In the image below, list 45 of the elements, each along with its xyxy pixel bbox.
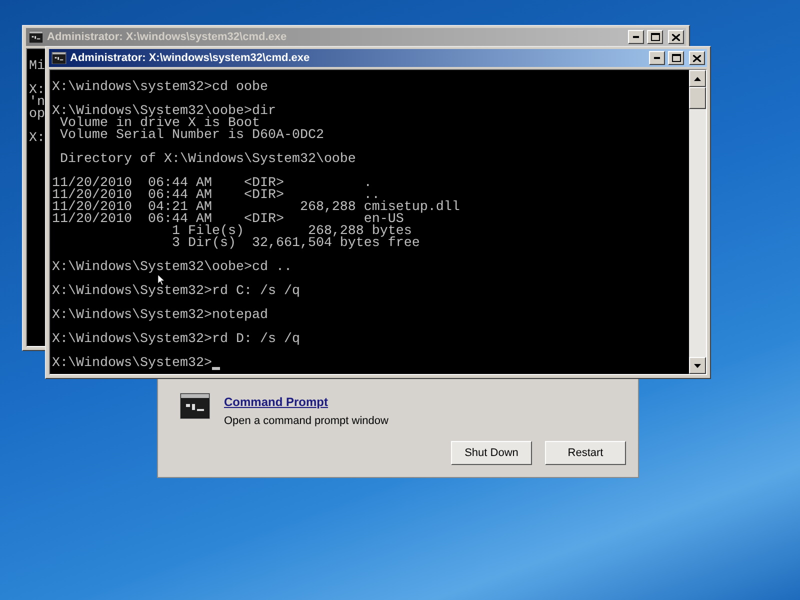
console-line: X:\Windows\System32\oobe>dir [52,106,276,118]
window-title: Administrator: X:\windows\system32\cmd.exe [47,31,288,43]
dialog-button[interactable]: Restart [545,441,626,465]
scroll-up-button[interactable] [689,70,706,87]
console-icon [180,393,210,419]
up-arrow-icon [694,76,701,80]
console-line: X:\Windows\System32>notepad [52,310,268,322]
down-arrow-icon [694,364,701,368]
console-line: X:\Windows\System32> [52,358,212,370]
close-button[interactable] [668,30,684,44]
minimize-button[interactable] [649,51,665,65]
mouse-pointer-icon [157,274,166,286]
console-icon [28,31,44,43]
minimize-icon [654,57,660,59]
command-prompt-link[interactable]: Command Prompt [224,395,388,409]
dialog-button[interactable]: Shut Down [451,441,532,465]
console-line: 1 File(s) 268,288 bytes [170,226,412,238]
maximize-icon [650,33,660,41]
tool-description: Open a command prompt window [224,415,388,427]
console-line: X: [29,133,45,145]
console-line: X:\windows\system32>cd oobe [52,82,268,94]
console-line: X:\Windows\System32\oobe>cd .. [52,262,292,274]
maximize-button[interactable] [668,51,684,65]
scroll-thumb[interactable] [689,87,706,109]
minimize-icon [633,36,639,38]
console-line: X:\Windows\System32>rd C: /s /q [52,286,300,298]
window-title: Administrator: X:\windows\system32\cmd.exe [70,52,311,64]
console-line: Mi [29,61,45,73]
maximize-icon [672,54,680,62]
console-line: 'n [29,97,45,109]
console-icon [51,52,67,64]
console-line: Volume Serial Number is D60A-0DC2 [58,130,324,142]
close-icon [693,54,701,62]
title-bar[interactable]: Administrator: X:\windows\system32\cmd.exe [49,49,707,67]
minimize-button[interactable] [628,30,644,44]
console-line: 3 Dir(s) 32,661,504 bytes free [170,238,420,250]
close-icon [672,34,680,40]
maximize-button[interactable] [647,30,663,44]
console-line: X:\Windows\System32>rd D: /s /q [52,334,300,346]
close-button[interactable] [689,51,705,65]
console-line: op [29,109,45,121]
scrollbar[interactable] [689,70,706,374]
text-cursor [212,367,220,370]
console-line: Directory of X:\Windows\System32\oobe [58,154,356,166]
scroll-down-button[interactable] [689,357,706,374]
